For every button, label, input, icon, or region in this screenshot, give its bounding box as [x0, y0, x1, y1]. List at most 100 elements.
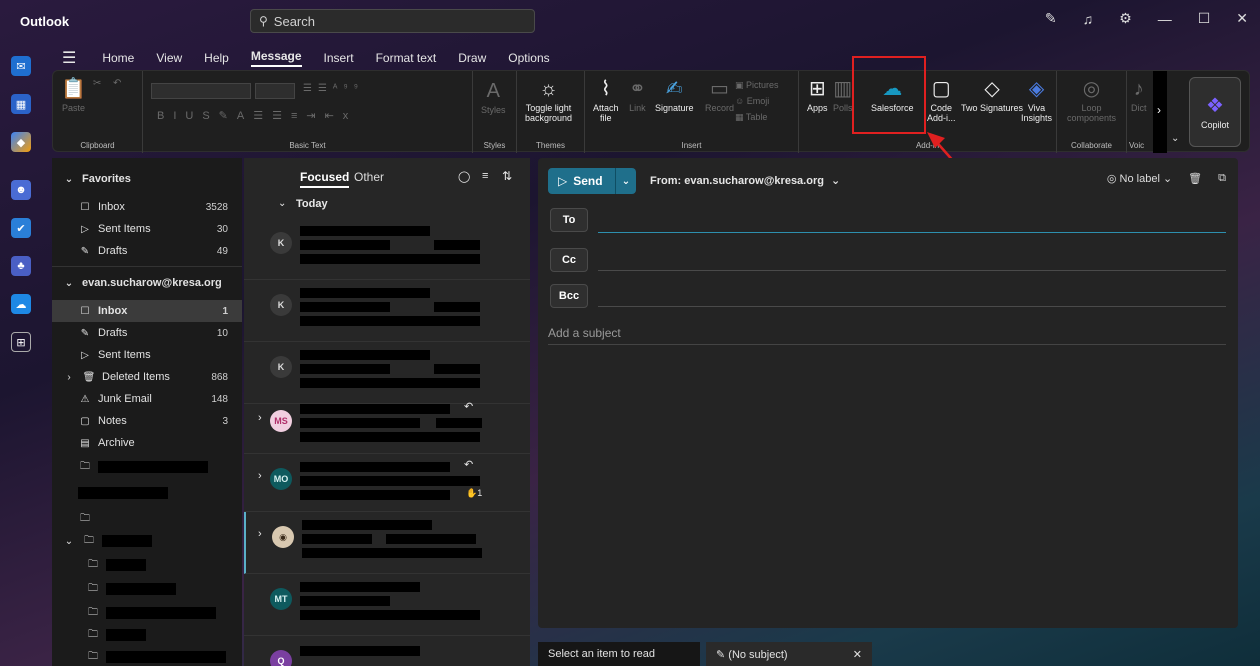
- chevron-right-icon[interactable]: ›: [258, 470, 262, 482]
- subject-input[interactable]: Add a subject: [548, 326, 621, 340]
- font-size-select[interactable]: [255, 83, 295, 99]
- list-item[interactable]: K: [244, 218, 530, 280]
- pictures-button[interactable]: ▣ Pictures: [735, 77, 779, 93]
- sort-icon[interactable]: ⇅: [502, 169, 512, 183]
- filter-icon[interactable]: ≡: [482, 170, 488, 182]
- list-item[interactable]: K: [244, 280, 530, 342]
- bell-icon[interactable]: ♫: [1083, 11, 1094, 27]
- folder-redacted[interactable]: [52, 482, 242, 504]
- folder-redacted[interactable]: 🗀: [52, 624, 242, 646]
- folder-redacted[interactable]: 🗀: [52, 646, 242, 666]
- bcc-field[interactable]: [598, 306, 1226, 307]
- list-item[interactable]: K: [244, 342, 530, 404]
- tab-home[interactable]: Home: [102, 51, 134, 65]
- folder-junk-email[interactable]: ⚠ Junk Email 148: [52, 388, 242, 410]
- calendar-icon[interactable]: ▦: [11, 94, 31, 114]
- list-item[interactable]: Q: [244, 636, 530, 666]
- mail-icon[interactable]: ✉: [11, 56, 31, 76]
- from-selector[interactable]: From: evan.sucharow@kresa.org ⌄: [650, 174, 840, 187]
- teams-icon[interactable]: ♣: [11, 256, 31, 276]
- attach-file-button[interactable]: ⌇ Attach file: [593, 77, 619, 123]
- tab-help[interactable]: Help: [204, 51, 229, 65]
- todo-icon[interactable]: ✔: [11, 218, 31, 238]
- undo-icon[interactable]: ↶: [113, 79, 121, 89]
- close-icon[interactable]: ✕: [1236, 10, 1248, 27]
- tab-format-text[interactable]: Format text: [376, 51, 437, 65]
- emoji-button[interactable]: ☺ Emoji: [735, 93, 779, 109]
- tab-other[interactable]: Other: [354, 170, 384, 184]
- close-icon[interactable]: ✕: [853, 648, 862, 661]
- more-apps-icon[interactable]: ⊞: [11, 332, 31, 352]
- loop-button[interactable]: ◎ Loop components: [1067, 77, 1116, 123]
- folder-archive[interactable]: ▤ Archive: [52, 432, 242, 454]
- search-box[interactable]: ⚲ Search: [250, 9, 535, 33]
- tab-view[interactable]: View: [156, 51, 182, 65]
- to-field[interactable]: [598, 232, 1226, 233]
- list-item[interactable]: › MO ↶ ✋1: [244, 454, 530, 512]
- signature-button[interactable]: ✍ Signature: [655, 77, 694, 113]
- fav-inbox[interactable]: ☐ Inbox 3528: [52, 196, 242, 218]
- copilot-button[interactable]: ❖ Copilot: [1189, 77, 1241, 147]
- tab-draw[interactable]: Draw: [458, 51, 486, 65]
- maximize-icon[interactable]: ☐: [1198, 10, 1211, 27]
- send-button[interactable]: ▷ Send ⌄: [548, 168, 636, 194]
- dictate-button[interactable]: ♪ Dict: [1131, 77, 1147, 113]
- tab-focused[interactable]: Focused: [300, 170, 350, 188]
- list-item[interactable]: MT: [244, 574, 530, 636]
- gear-icon[interactable]: ⚙: [1119, 10, 1132, 27]
- folder-inbox[interactable]: ☐ Inbox 1: [52, 300, 242, 322]
- sensitivity-label[interactable]: ◎ No label ⌄: [1107, 172, 1172, 185]
- tab-message[interactable]: Message: [250, 49, 302, 67]
- bcc-button[interactable]: Bcc: [550, 284, 588, 308]
- trash-icon[interactable]: 🗑: [1188, 172, 1202, 185]
- folder-redacted[interactable]: 🗀: [52, 602, 242, 624]
- paste-button[interactable]: 📋 Paste: [61, 77, 86, 113]
- font-family-select[interactable]: [151, 83, 251, 99]
- styles-button[interactable]: A Styles: [481, 79, 506, 115]
- list-item[interactable]: › ◉: [244, 512, 530, 574]
- cc-button[interactable]: Cc: [550, 248, 588, 272]
- to-button[interactable]: To: [550, 208, 588, 232]
- list-item[interactable]: › MS ↶: [244, 396, 530, 454]
- apps-button[interactable]: ⊞ Apps: [807, 77, 828, 113]
- folder-redacted[interactable]: 🗀: [52, 456, 242, 478]
- whiteboard-icon[interactable]: ✎: [1045, 10, 1057, 27]
- cc-field[interactable]: [598, 270, 1226, 271]
- fav-sent-items[interactable]: ▷ Sent Items 30: [52, 218, 242, 240]
- draft-tab[interactable]: ✎ (No subject) ✕: [706, 642, 872, 666]
- folder-redacted[interactable]: 🗀: [52, 578, 242, 600]
- copilot-app-icon[interactable]: ◆: [11, 132, 31, 152]
- two-signatures-button[interactable]: ◇ Two Signatures: [961, 77, 1023, 113]
- minimize-icon[interactable]: —: [1158, 11, 1172, 27]
- people-icon[interactable]: ☻: [11, 180, 31, 200]
- polls-button[interactable]: ▥ Polls: [833, 77, 853, 113]
- select-icon[interactable]: ◯: [458, 170, 470, 183]
- table-button[interactable]: ▦ Table: [735, 109, 779, 125]
- viva-insights-button[interactable]: ◈ Viva Insights: [1021, 77, 1052, 123]
- chevron-right-icon[interactable]: ›: [258, 412, 262, 424]
- popout-icon[interactable]: ⧉: [1218, 172, 1226, 185]
- folder-notes[interactable]: ▢ Notes 3: [52, 410, 242, 432]
- menu-icon[interactable]: ☰: [62, 48, 76, 68]
- chevron-right-icon[interactable]: ›: [258, 528, 262, 540]
- folder-drafts[interactable]: ✎ Drafts 10: [52, 322, 242, 344]
- tab-options[interactable]: Options: [508, 51, 549, 65]
- cut-icon[interactable]: ✂: [93, 79, 101, 89]
- code-addin-button[interactable]: ▢ Code Add-i...: [927, 77, 956, 123]
- account-header[interactable]: ⌄ evan.sucharow@kresa.org: [52, 272, 242, 294]
- link-button[interactable]: ⚭ Link: [629, 77, 646, 113]
- record-button[interactable]: ▭ Record: [705, 77, 734, 113]
- tab-insert[interactable]: Insert: [324, 51, 354, 65]
- fav-drafts[interactable]: ✎ Drafts 49: [52, 240, 242, 262]
- folder-redacted[interactable]: 🗀: [52, 554, 242, 576]
- favorites-header[interactable]: ⌄ Favorites: [52, 168, 242, 190]
- folder-redacted[interactable]: 🗀: [52, 508, 242, 530]
- folder-sent-items[interactable]: ▷ Sent Items: [52, 344, 242, 366]
- toggle-light-button[interactable]: ☼ Toggle light background: [525, 77, 572, 123]
- folder-deleted-items[interactable]: › 🗑 Deleted Items 868: [52, 366, 242, 388]
- select-item-tab[interactable]: Select an item to read: [538, 642, 700, 666]
- chevron-down-icon[interactable]: ⌄: [616, 176, 636, 187]
- folder-redacted[interactable]: ⌄ 🗀: [52, 530, 242, 552]
- onedrive-icon[interactable]: ☁: [11, 294, 31, 314]
- chevron-right-icon[interactable]: ›: [1157, 103, 1161, 117]
